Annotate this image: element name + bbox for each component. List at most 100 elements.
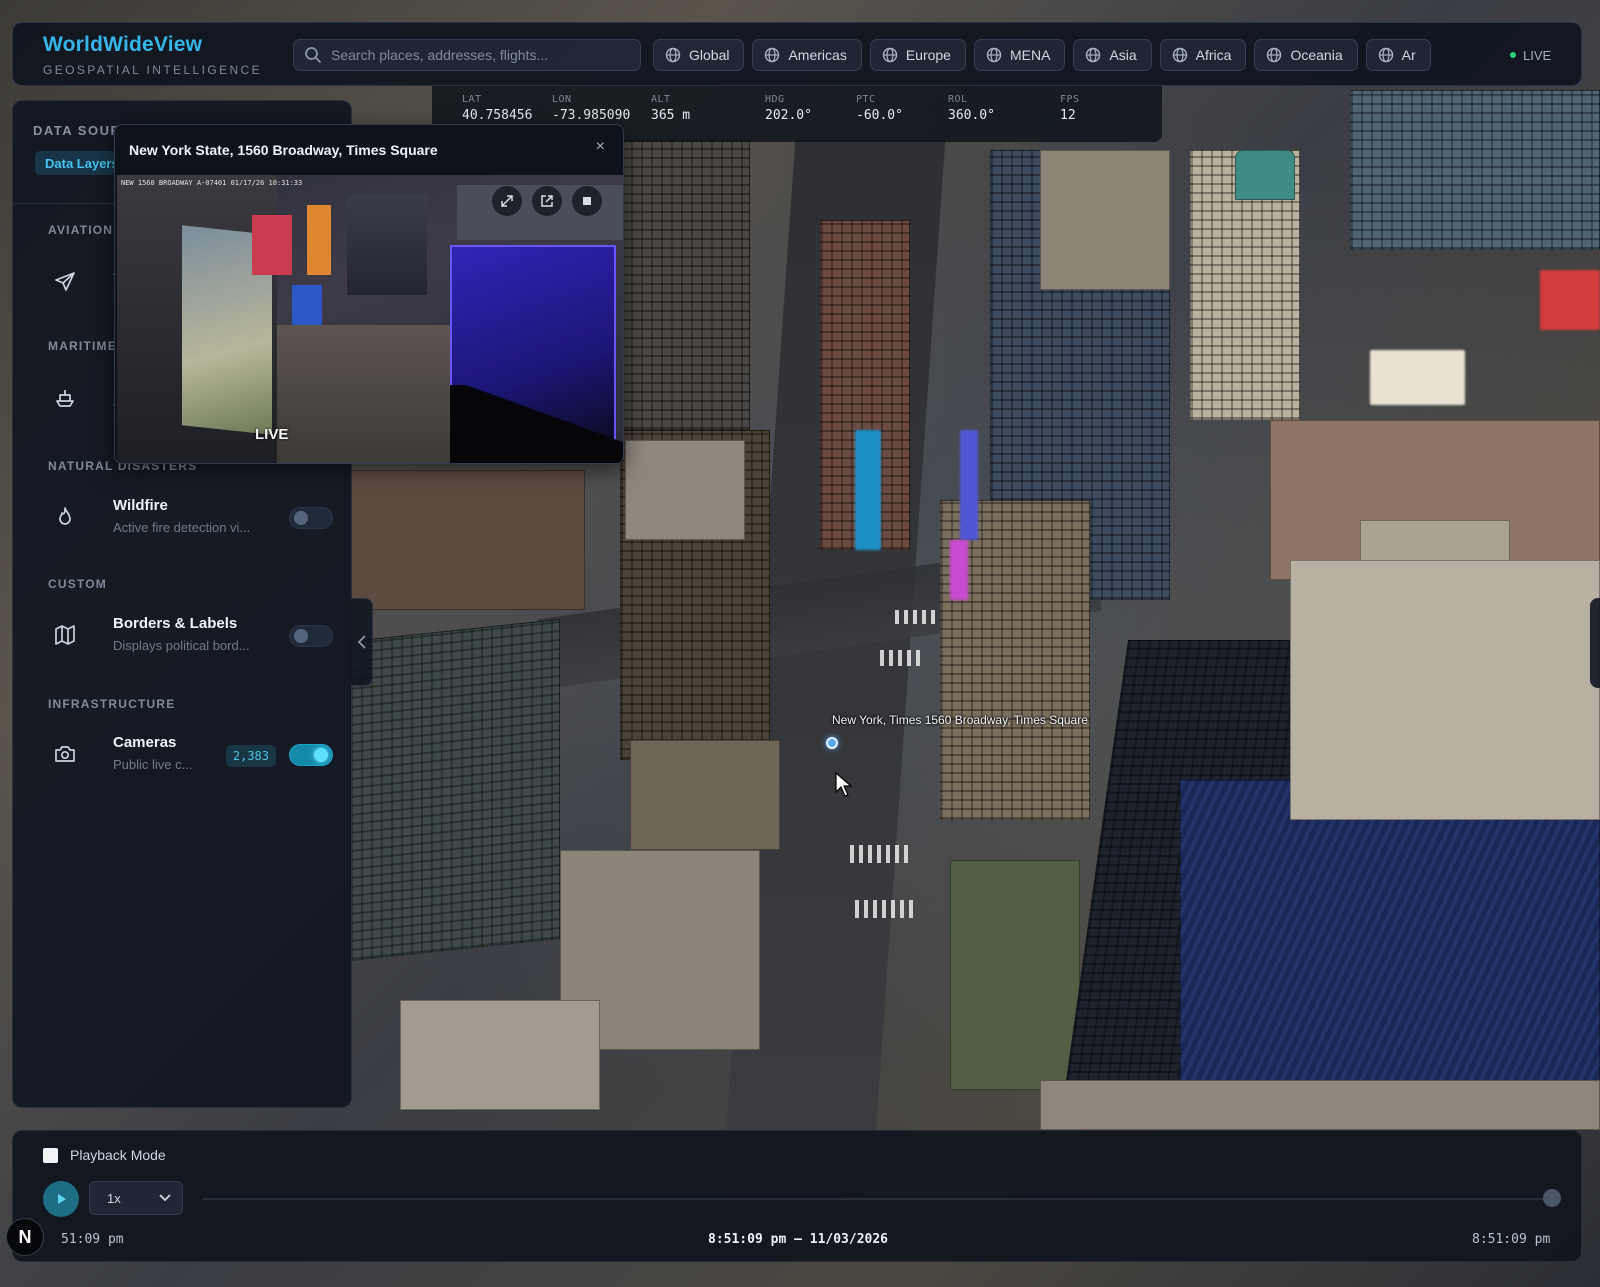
region-button-antarctica[interactable]: Ar — [1365, 39, 1431, 71]
map-crosswalk — [895, 610, 935, 624]
live-label: LIVE — [1523, 47, 1552, 63]
hud-ptc: PTC -60.0° — [856, 94, 903, 123]
map-billboard — [950, 540, 968, 600]
close-icon[interactable]: × — [596, 138, 605, 156]
play-button[interactable] — [43, 1181, 79, 1217]
cameras-toggle[interactable] — [289, 744, 333, 766]
playback-mode-checkbox[interactable] — [43, 1147, 58, 1163]
hud-label: ROL — [948, 94, 968, 105]
layer-cameras[interactable]: Cameras Public live c... 2,383 — [43, 728, 333, 784]
nextjs-dev-badge[interactable]: N — [6, 1218, 44, 1256]
feed-billboard — [307, 205, 331, 275]
borders-labels-toggle[interactable] — [289, 625, 333, 647]
expand-icon — [501, 195, 513, 207]
top-bar: WorldWideView GEOSPATIAL INTELLIGENCE Gl… — [12, 22, 1582, 86]
layer-name: Wildfire — [113, 497, 168, 514]
map-crosswalk — [850, 845, 910, 863]
hud-rol: ROL 360.0° — [948, 94, 995, 123]
region-button-asia[interactable]: Asia — [1073, 39, 1152, 71]
collapse-panel-button[interactable] — [351, 598, 373, 686]
map-billboard — [1370, 350, 1465, 405]
plane-icon — [55, 272, 75, 291]
layer-description: Active fire detection vi... — [113, 520, 251, 535]
globe-icon — [1267, 47, 1282, 63]
toggle-knob — [294, 511, 308, 525]
region-button-oceania[interactable]: Oceania — [1254, 39, 1358, 71]
region-label: Americas — [788, 47, 847, 63]
region-label: Global — [689, 47, 730, 63]
layer-description: Public live c... — [113, 757, 193, 772]
region-button-africa[interactable]: Africa — [1159, 39, 1247, 71]
panel-title: DATA SOUR — [33, 123, 122, 138]
map-icon — [55, 625, 75, 645]
app-subtitle: GEOSPATIAL INTELLIGENCE — [43, 63, 263, 77]
open-external-button[interactable] — [532, 186, 562, 216]
flame-icon — [59, 507, 71, 525]
playback-mode-toggle[interactable]: Playback Mode — [43, 1147, 166, 1163]
mouse-cursor-icon — [835, 772, 853, 797]
playback-speed-select[interactable]: 1x — [89, 1181, 183, 1215]
toggle-knob — [294, 629, 308, 643]
globe-icon — [765, 47, 780, 63]
camera-feed-popup: New York State, 1560 Broadway, Times Squ… — [114, 124, 624, 464]
feed-shadow — [450, 385, 623, 463]
map-building — [1040, 1080, 1600, 1130]
map-building — [1040, 150, 1170, 290]
camera-marker[interactable] — [826, 737, 838, 749]
speed-value: 1x — [107, 1190, 121, 1206]
timeline-current-time: 8:51:09 pm — 11/03/2026 — [708, 1232, 889, 1247]
hud-label: HDG — [765, 94, 785, 105]
region-label: Europe — [905, 47, 951, 63]
timeline-end-time: 8:51:09 pm — [1472, 1232, 1551, 1247]
hud-label: ALT — [651, 94, 671, 105]
hud-value: 202.0° — [765, 108, 812, 123]
layer-borders-labels[interactable]: Borders & Labels Displays political bord… — [43, 609, 333, 665]
map-building — [1235, 150, 1295, 200]
app-title: WorldWideView — [43, 33, 203, 56]
region-button-global[interactable]: Global — [653, 39, 745, 71]
category-maritime: MARITIME — [48, 339, 117, 353]
layer-description: Displays political bord... — [113, 638, 250, 653]
region-button-americas[interactable]: Americas — [752, 39, 862, 71]
hud-alt: ALT 365 m — [651, 94, 690, 123]
hud-label: LAT — [462, 94, 482, 105]
search-icon — [305, 47, 321, 63]
globe-icon — [986, 47, 1002, 63]
live-indicator: LIVE — [1510, 39, 1551, 71]
globe-icon — [882, 47, 898, 63]
map-building — [1290, 560, 1600, 820]
region-label: MENA — [1009, 47, 1051, 63]
hud-label: PTC — [856, 94, 876, 105]
globe-icon — [1172, 47, 1187, 63]
right-panel-handle[interactable] — [1590, 598, 1600, 688]
camera-video-feed[interactable]: NEW 1560 BROADWAY A-07401 01/17/26 10:31… — [117, 175, 623, 463]
search-box[interactable] — [293, 39, 641, 71]
hud-value: -60.0° — [856, 108, 903, 123]
timeline-bar: Playback Mode 1x 51:09 pm 8:51:09 pm — 1… — [12, 1130, 1582, 1262]
wildfire-toggle[interactable] — [289, 507, 333, 529]
map-building — [345, 470, 585, 610]
region-button-mena[interactable]: MENA — [973, 39, 1066, 71]
region-label: Ar — [1401, 47, 1416, 63]
expand-button[interactable] — [492, 186, 522, 216]
hud-lat: LAT 40.758456 — [462, 94, 532, 123]
globe-icon — [1086, 47, 1101, 63]
app-window: New York, Times 1560 Broadway, Times Squ… — [0, 0, 1600, 1287]
map-building — [630, 740, 780, 850]
external-link-icon — [541, 195, 553, 207]
region-label: Oceania — [1290, 47, 1343, 63]
map-building — [950, 860, 1080, 1090]
timeline-track[interactable] — [203, 1198, 1543, 1200]
search-input[interactable] — [331, 47, 621, 63]
map-building — [350, 618, 560, 962]
region-button-europe[interactable]: Europe — [869, 39, 966, 71]
live-dot-icon — [1510, 52, 1516, 58]
layer-wildfire[interactable]: Wildfire Active fire detection vi... — [43, 491, 333, 547]
stop-icon — [583, 197, 591, 205]
toggle-knob — [314, 748, 328, 762]
stop-button[interactable] — [572, 186, 602, 216]
category-aviation: AVIATION — [48, 223, 114, 237]
category-infrastructure: INFRASTRUCTURE — [48, 697, 176, 711]
timeline-scrubber-handle[interactable] — [1543, 1189, 1561, 1207]
ship-icon — [56, 390, 74, 407]
